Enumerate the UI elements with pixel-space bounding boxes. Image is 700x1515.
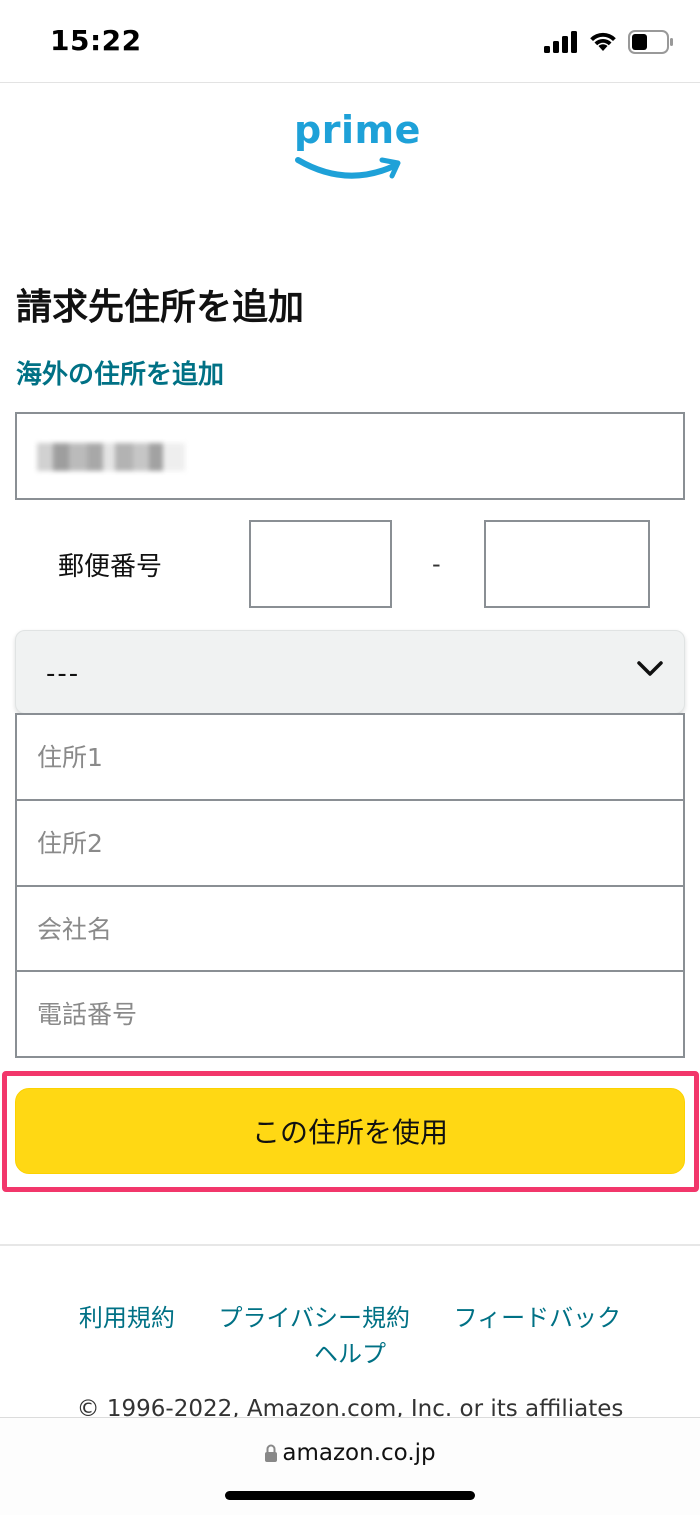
browser-bottom-bar: amazon.co.jp: [0, 1417, 700, 1515]
postal-code-first-input[interactable]: [249, 520, 392, 608]
wifi-icon: [590, 32, 616, 51]
footer-link-terms[interactable]: 利用規約: [79, 1304, 175, 1332]
page-title: 請求先住所を追加: [16, 287, 305, 328]
postal-code-separator: -: [432, 550, 441, 578]
home-indicator: [225, 1491, 475, 1500]
footer-links: 利用規約 プライバシー規約 フィードバック ヘルプ: [0, 1300, 700, 1372]
use-this-address-button[interactable]: この住所を使用: [15, 1088, 685, 1174]
status-time: 15:22: [50, 24, 142, 57]
prime-logo-text: prime: [294, 108, 421, 152]
footer-link-help[interactable]: ヘルプ: [314, 1340, 386, 1368]
battery-icon: [628, 30, 673, 54]
phone-number-input[interactable]: [15, 970, 685, 1058]
postal-code-second-input[interactable]: [484, 520, 650, 608]
url-text: amazon.co.jp: [282, 1440, 436, 1466]
prime-logo: prime: [288, 108, 420, 186]
redacted-name-value: [37, 443, 185, 471]
company-name-input[interactable]: [15, 885, 685, 973]
status-bar: 15:22: [0, 0, 700, 83]
smile-arrow-icon: [295, 157, 401, 179]
footer-link-privacy[interactable]: プライバシー規約: [218, 1304, 410, 1332]
footer-divider: [0, 1244, 700, 1246]
prefecture-select[interactable]: ---: [15, 630, 685, 714]
page: 15:22 prime 請求先住所を追加 海外の住所を追加 郵便番号 - ---…: [0, 0, 700, 1515]
postal-code-label: 郵便番号: [58, 552, 163, 582]
address-bar[interactable]: amazon.co.jp: [0, 1440, 700, 1466]
address-line1-input[interactable]: [15, 713, 685, 801]
signal-icon: [544, 31, 577, 53]
lock-icon: [265, 1444, 278, 1462]
add-overseas-address-link[interactable]: 海外の住所を追加: [16, 354, 224, 391]
prefecture-selected-value: ---: [46, 659, 81, 689]
address-line2-input[interactable]: [15, 799, 685, 887]
status-icons: [544, 30, 674, 54]
footer-link-feedback[interactable]: フィードバック: [454, 1304, 622, 1332]
chevron-down-icon: [637, 661, 663, 676]
